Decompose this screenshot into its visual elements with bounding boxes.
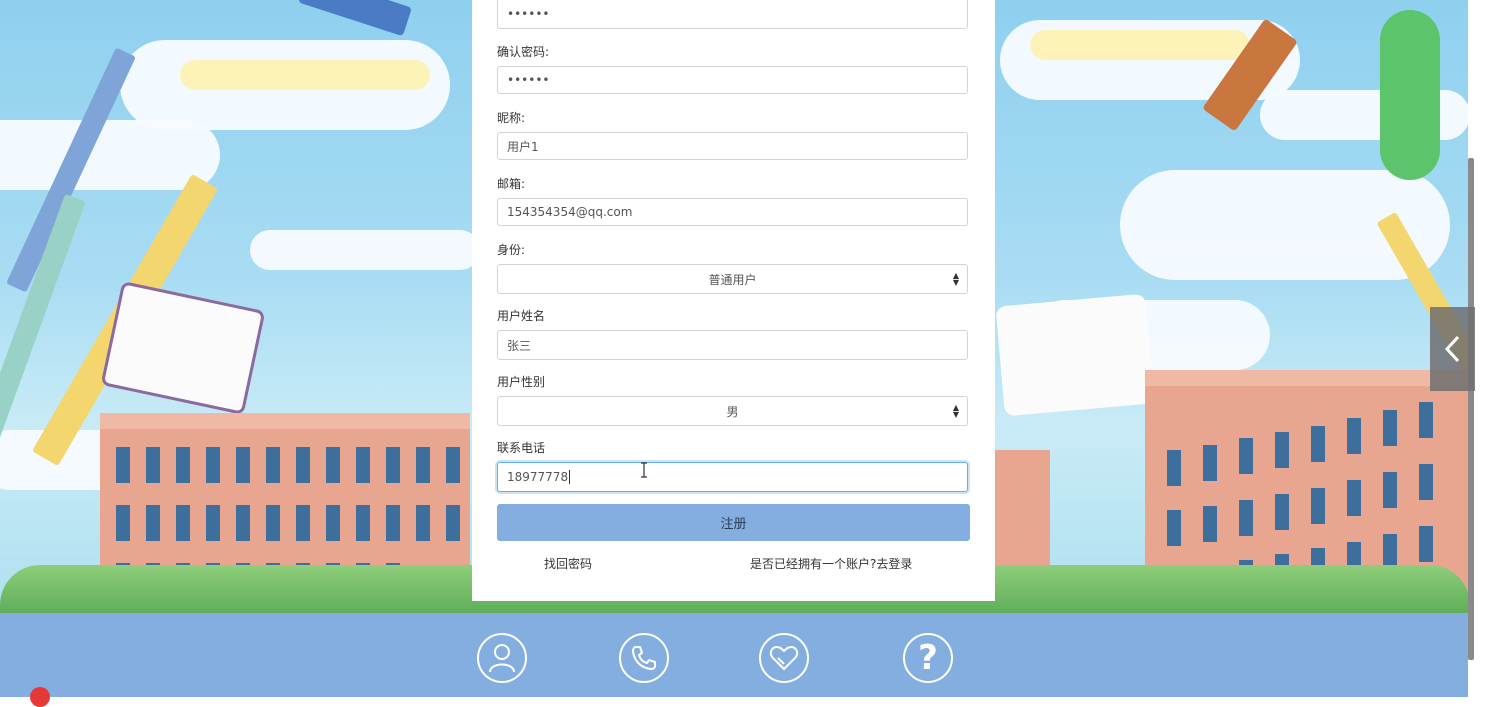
text-cursor-icon	[641, 462, 647, 478]
identity-label: 身份:	[497, 243, 526, 257]
gender-label: 用户性别	[497, 375, 546, 389]
realname-value: 张三	[507, 338, 532, 353]
register-button[interactable]: 注册	[497, 504, 970, 541]
text-caret	[569, 470, 571, 484]
realname-label: 用户姓名	[497, 309, 546, 323]
chevron-left-icon	[1444, 335, 1459, 363]
identity-select[interactable]: 普通用户 ▲ ▼	[497, 264, 968, 294]
phone-value: 18977778	[507, 470, 569, 484]
login-link[interactable]: 是否已经拥有一个账户?去登录	[750, 555, 912, 572]
nickname-field[interactable]: 用户1	[497, 132, 968, 160]
confirm-password-value: ••••••	[507, 73, 550, 87]
password-field[interactable]: ••••••	[497, 0, 968, 29]
confirm-password-field[interactable]: ••••••	[497, 66, 968, 94]
email-value: 154354354@qq.com	[507, 205, 633, 219]
help-glyph: ?	[918, 638, 938, 678]
email-field[interactable]: 154354354@qq.com	[497, 198, 968, 226]
nickname-label: 昵称:	[497, 111, 526, 125]
select-arrows-icon: ▲ ▼	[952, 271, 959, 287]
heart-icon[interactable]	[759, 633, 809, 683]
confirm-password-label: 确认密码:	[497, 45, 550, 59]
gender-select[interactable]: 男 ▲ ▼	[497, 396, 968, 426]
phone-icon[interactable]	[619, 633, 669, 683]
gender-selected: 男	[726, 404, 739, 419]
side-collapse-tab[interactable]	[1430, 307, 1475, 391]
phone-label: 联系电话	[497, 441, 546, 455]
help-icon[interactable]: ?	[903, 633, 953, 683]
forgot-password-link[interactable]: 找回密码	[544, 555, 592, 572]
email-label: 邮箱:	[497, 177, 526, 191]
identity-selected: 普通用户	[708, 272, 757, 287]
notification-dot-icon	[30, 687, 50, 707]
select-arrows-icon: ▲ ▼	[952, 403, 959, 419]
user-icon[interactable]	[477, 633, 527, 683]
register-panel: •••••• 确认密码: •••••• 昵称: 用户1 邮箱: 15435435…	[472, 0, 995, 601]
nickname-value: 用户1	[507, 139, 539, 154]
realname-field[interactable]: 张三	[497, 330, 968, 360]
footer-bar: ?	[0, 613, 1470, 697]
scrollbar-thumb[interactable]	[1468, 158, 1474, 660]
password-value: ••••••	[507, 7, 550, 21]
phone-field[interactable]: 18977778	[497, 462, 968, 492]
